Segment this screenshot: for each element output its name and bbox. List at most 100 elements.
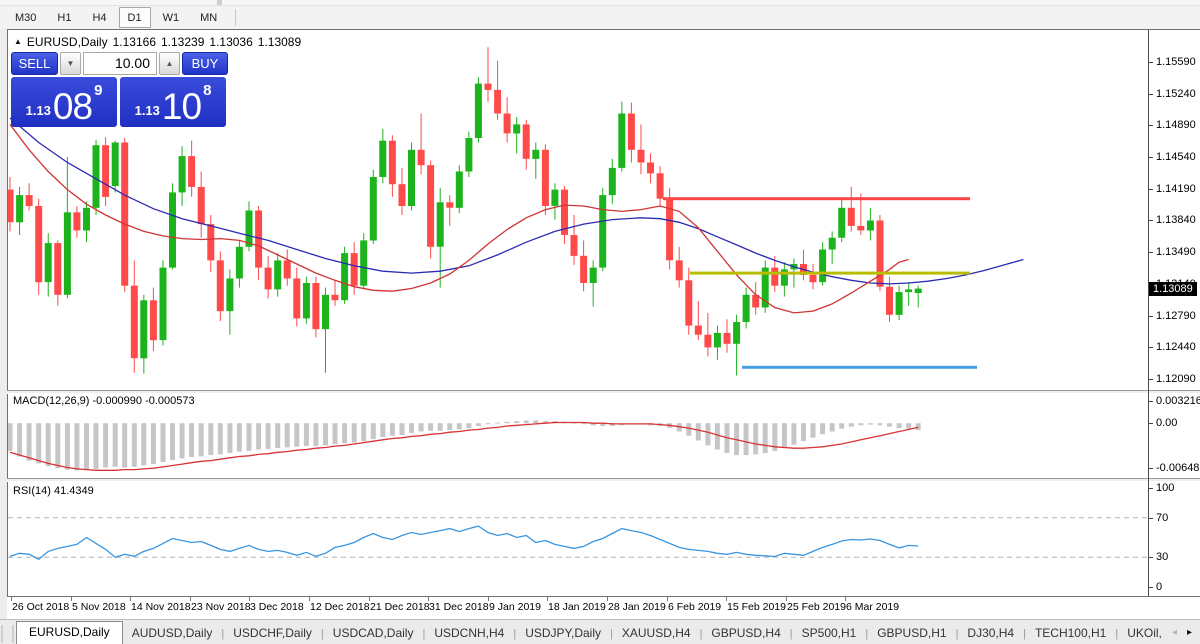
timeframe-button-m30[interactable]: M30 <box>6 7 45 28</box>
tab-eurusd-daily[interactable]: EURUSD,Daily <box>16 621 123 644</box>
tab-scroll-left-icon[interactable]: ◂ <box>1172 627 1177 638</box>
macd-histogram-bar <box>457 423 462 429</box>
candle-bear <box>704 335 711 348</box>
tab-usdcad-daily[interactable]: USDCAD,Daily <box>324 623 423 644</box>
symbol-label: EURUSD,Daily <box>27 35 108 49</box>
candle-bull <box>322 295 329 329</box>
candle-bull <box>551 190 558 206</box>
macd-histogram-bar <box>141 423 146 465</box>
macd-histogram-bar <box>237 423 242 451</box>
toolbar-separator-handle <box>217 0 222 5</box>
candle-bull <box>905 289 912 292</box>
candle-bull <box>437 202 444 246</box>
timeframe-button-d1[interactable]: D1 <box>119 7 151 28</box>
macd-histogram-bar <box>791 423 796 445</box>
candle-bear <box>399 184 406 206</box>
price-tick-label: 1.13490 <box>1156 246 1196 258</box>
volume-input[interactable]: 10.00 <box>83 52 157 75</box>
price-tick-label: 1.13840 <box>1156 214 1196 226</box>
tab-gbpusd-h1[interactable]: GBPUSD,H1 <box>868 623 955 644</box>
tab-dj30-h4[interactable]: DJ30,H4 <box>958 623 1023 644</box>
rsi-indicator-label: RSI(14) 41.4349 <box>13 485 94 497</box>
tab-ukoil[interactable]: UKOil, <box>1118 623 1171 644</box>
macd-histogram-bar <box>247 423 252 451</box>
open-value: 1.13166 <box>113 35 156 49</box>
tab-scroll-right-icon[interactable]: ▸ <box>1187 627 1192 638</box>
macd-histogram-bar <box>830 423 835 431</box>
timeframe-button-h1[interactable]: H1 <box>48 7 80 28</box>
price-tick-label-tick <box>1149 252 1153 253</box>
pivot-hline[interactable] <box>690 272 970 275</box>
candle-bear <box>810 275 817 282</box>
candle-bear <box>638 150 645 163</box>
tab-usdjpy-daily[interactable]: USDJPY,Daily <box>516 623 610 644</box>
rsi-tick-label: 30 <box>1156 551 1168 563</box>
tab-sp500-h1[interactable]: SP500,H1 <box>793 623 866 644</box>
candle-bear <box>284 260 291 278</box>
resistance-hline[interactable] <box>663 197 970 200</box>
macd-histogram-bar <box>906 423 911 429</box>
volume-decrease-button[interactable]: ▼ <box>60 52 81 75</box>
macd-histogram-bar <box>74 423 79 470</box>
candle-bull <box>475 84 482 138</box>
candle-bear <box>657 173 664 198</box>
macd-tick-label: 0.003216 <box>1156 395 1200 407</box>
buy-price-box[interactable]: 1.13 10 8 <box>120 77 226 127</box>
tab-bar-grip[interactable] <box>1 625 14 643</box>
volume-increase-button[interactable]: ▲ <box>159 52 180 75</box>
tab-xauusd-h4[interactable]: XAUUSD,H4 <box>613 623 700 644</box>
candle-bull <box>599 195 606 268</box>
tab-tech100-h1[interactable]: TECH100,H1 <box>1026 623 1115 644</box>
macd-histogram-bar <box>782 423 787 448</box>
date-label: 12 Dec 2018 <box>310 601 370 613</box>
timeframe-button-h4[interactable]: H4 <box>83 7 115 28</box>
macd-histogram-bar <box>103 423 108 467</box>
tab-usdchf-daily[interactable]: USDCHF,Daily <box>224 623 321 644</box>
macd-histogram-bar <box>151 423 156 464</box>
candle-bear <box>485 84 492 90</box>
candle-bull <box>64 212 71 294</box>
price-tick-label: 1.15590 <box>1156 56 1196 68</box>
macd-histogram-bar <box>447 423 452 430</box>
collapse-panel-icon[interactable]: ▲ <box>14 38 22 46</box>
tab-usdcnh-h4[interactable]: USDCNH,H4 <box>425 623 513 644</box>
candle-bear <box>494 90 501 114</box>
one-click-trade-panel: SELL ▼ 10.00 ▲ BUY 1.13 08 9 1.13 10 8 <box>11 52 229 127</box>
sell-button[interactable]: SELL <box>11 52 58 75</box>
macd-panel-splitter[interactable] <box>7 390 1200 394</box>
candle-bull <box>303 283 310 318</box>
macd-histogram-bar <box>294 423 299 447</box>
candle-bear <box>647 163 654 174</box>
candle-bear <box>580 256 587 283</box>
sell-price-sup: 9 <box>94 83 102 98</box>
macd-tick-label: -0.006485 <box>1156 462 1200 474</box>
candle-bear <box>312 283 319 329</box>
timeframe-button-w1[interactable]: W1 <box>154 7 189 28</box>
candle-bear <box>427 165 434 247</box>
tab-audusd-daily[interactable]: AUDUSD,Daily <box>123 623 222 644</box>
candle-bull <box>714 333 721 348</box>
support-hline[interactable] <box>742 366 977 369</box>
candle-bear <box>771 268 778 286</box>
candle-bear <box>676 260 683 280</box>
timeframe-button-mn[interactable]: MN <box>191 7 226 28</box>
macd-histogram-bar <box>495 423 500 424</box>
macd-histogram-bar <box>763 423 768 453</box>
rsi-tick-label-tick <box>1149 488 1153 489</box>
candle-bear <box>685 280 692 325</box>
date-label: 23 Nov 2018 <box>191 601 251 613</box>
macd-main-value: -0.000990 <box>92 395 142 407</box>
candle-bull <box>169 192 176 267</box>
sell-price-box[interactable]: 1.13 08 9 <box>11 77 117 127</box>
buy-button[interactable]: BUY <box>182 52 228 75</box>
macd-histogram-bar <box>275 423 280 448</box>
date-axis: 26 Oct 20185 Nov 201814 Nov 201823 Nov 2… <box>7 597 1200 619</box>
rsi-panel-splitter[interactable] <box>7 478 1200 482</box>
tab-gbpusd-h4[interactable]: GBPUSD,H4 <box>702 623 789 644</box>
candle-bear <box>35 206 42 282</box>
macd-histogram-bar <box>887 423 892 427</box>
candle-bear <box>73 212 80 230</box>
chart-title: ▲ EURUSD,Daily 1.13166 1.13239 1.13036 1… <box>14 35 301 49</box>
candle-bear <box>848 208 855 226</box>
candle-bear <box>217 260 224 311</box>
